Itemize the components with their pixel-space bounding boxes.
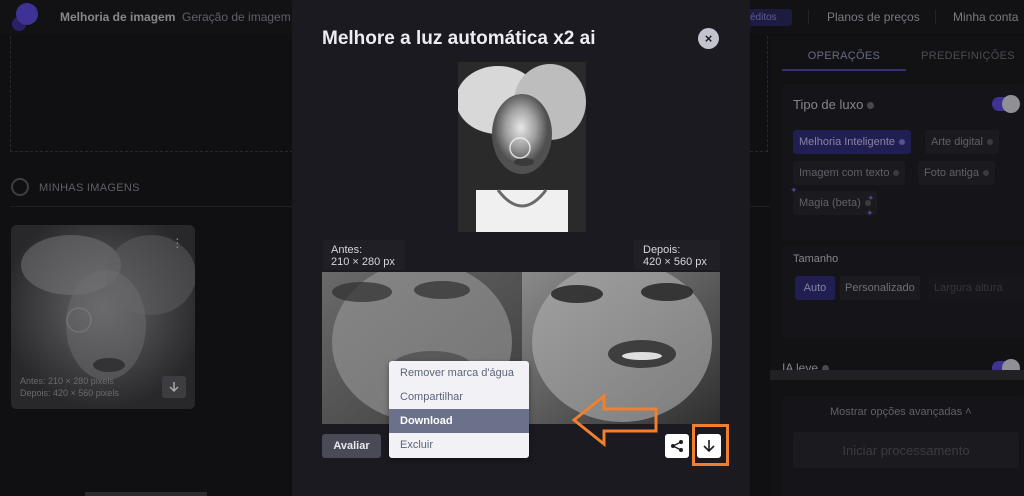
share-button[interactable] <box>665 434 689 458</box>
annotation-highlight-box <box>692 424 729 466</box>
share-icon <box>671 440 683 452</box>
rate-button[interactable]: Avaliar <box>322 434 381 458</box>
modal-title: Melhore a luz automática x2 ai <box>322 28 596 49</box>
before-size-label: Antes: 210 × 280 px <box>323 240 405 270</box>
annotation-arrow-icon <box>571 392 658 448</box>
download-menu: Remover marca d'água Compartilhar Downlo… <box>389 361 529 458</box>
after-size-label: Depois: 420 × 560 px <box>634 240 720 270</box>
menu-item-download[interactable]: Download <box>389 409 529 433</box>
result-preview-image <box>458 62 586 232</box>
portrait-photo <box>458 62 586 232</box>
menu-item-delete[interactable]: Excluir <box>389 433 529 457</box>
menu-item-remove-watermark[interactable]: Remover marca d'água <box>389 361 529 385</box>
menu-item-share[interactable]: Compartilhar <box>389 385 529 409</box>
close-icon[interactable]: × <box>698 28 719 49</box>
